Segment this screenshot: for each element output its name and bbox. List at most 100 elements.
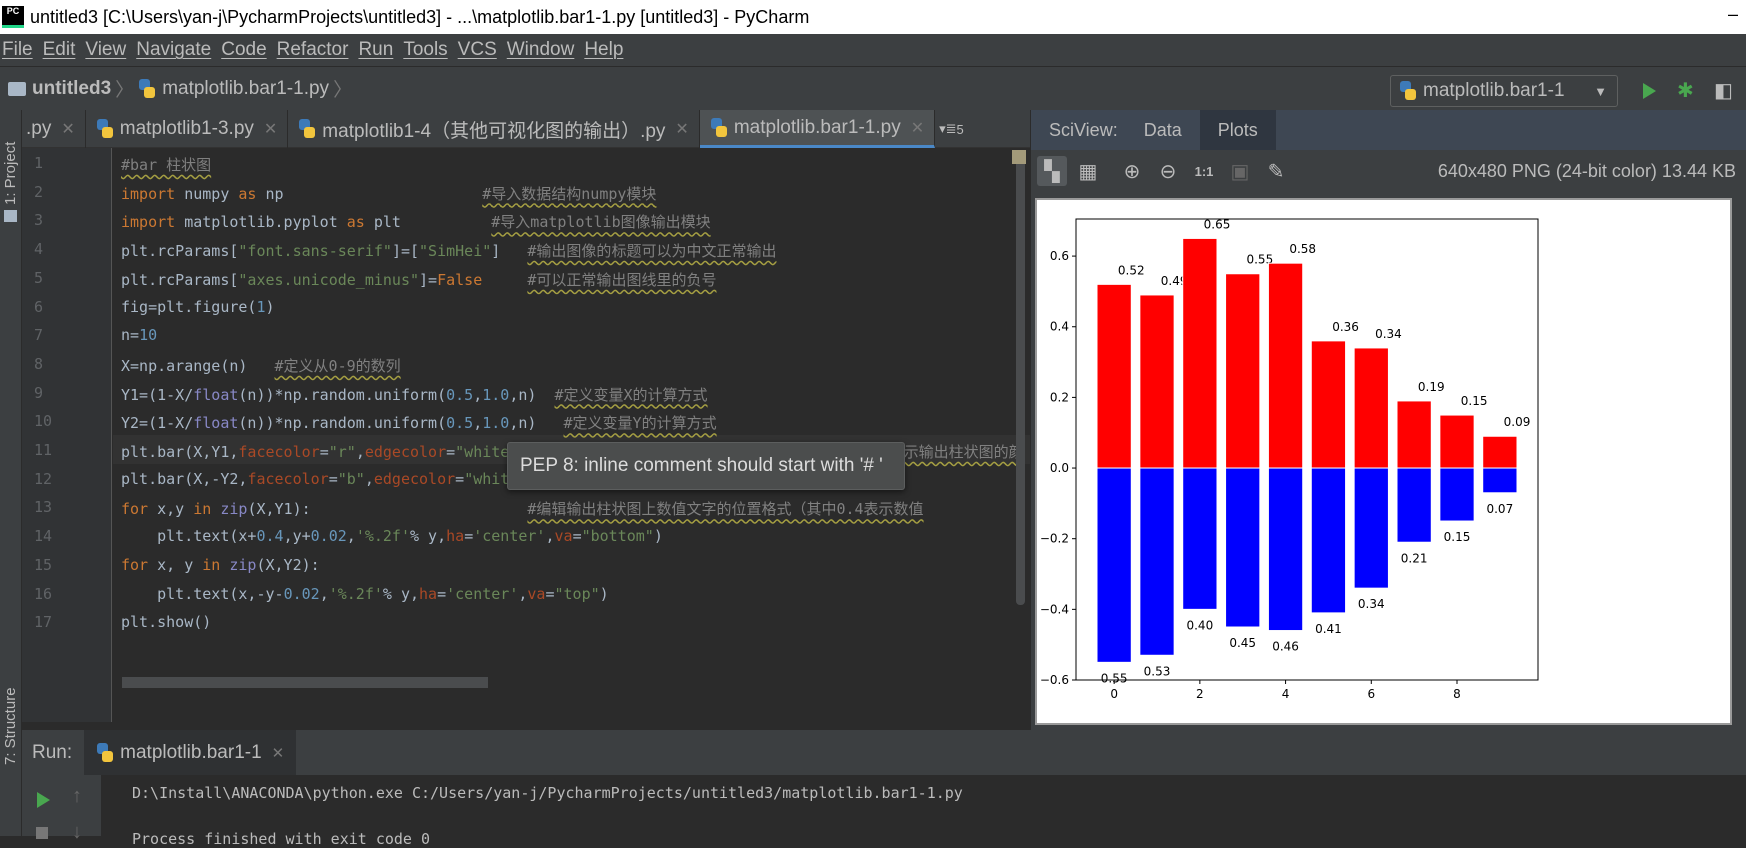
data-label: 0.15 — [1444, 530, 1471, 544]
menu-tools[interactable]: Tools — [403, 39, 447, 61]
x-tick-label: 4 — [1282, 687, 1290, 701]
menu-bar: File Edit View Navigate Code Refactor Ru… — [0, 34, 1746, 66]
code-token: = — [545, 584, 555, 603]
line-number: 9 — [34, 383, 44, 402]
data-label: 0.41 — [1315, 622, 1342, 636]
code-token: = — [319, 443, 329, 461]
tab-data[interactable]: Data — [1126, 110, 1200, 150]
sciview-toolbar: ▚ ▦ ⊕ ⊖ 1:1 ▣ ✎ 640x480 PNG (24-bit colo… — [1031, 150, 1746, 192]
menu-code[interactable]: Code — [221, 39, 266, 61]
close-icon[interactable]: ✕ — [911, 118, 924, 138]
editor-vertical-scrollbar[interactable] — [1016, 150, 1025, 605]
menu-view[interactable]: View — [85, 39, 126, 61]
run-with-coverage-icon[interactable]: ◧ — [1714, 78, 1733, 103]
bar-positive — [1353, 347, 1389, 469]
code-token: = — [328, 469, 338, 488]
tab-matplotlib1-4[interactable]: matplotlib1-4（其他可视化图的输出）.py ✕ — [288, 110, 700, 148]
editor-horizontal-scrollbar[interactable] — [122, 677, 488, 688]
code-comment: #编辑输出柱状图上数值文字的位置格式（其中0.4表示数值 — [527, 500, 924, 519]
line-number: 11 — [34, 441, 53, 459]
stop-icon[interactable] — [36, 827, 48, 839]
bar-positive — [1439, 414, 1475, 469]
data-label: 0.15 — [1461, 394, 1488, 408]
code-comment: #导入数据结构numpy模块 — [482, 184, 657, 203]
fit-to-window-icon[interactable]: ▣ — [1225, 156, 1255, 186]
close-icon[interactable]: ✕ — [272, 744, 285, 762]
code-token: zip — [220, 500, 248, 519]
line-number-gutter: 1 2 3 4 5 6 7 8 9 10 11 12 13 14 15 16 17 — [22, 148, 112, 722]
rerun-icon[interactable] — [37, 792, 50, 808]
tab-overflow-button[interactable]: ▾≣ 5 — [935, 110, 968, 148]
code-token: x, y — [148, 555, 203, 574]
close-icon[interactable]: ✕ — [675, 119, 688, 139]
code-token: 1.0 — [482, 414, 510, 433]
menu-navigate[interactable]: Navigate — [136, 39, 211, 61]
zoom-out-icon[interactable]: ⊖ — [1153, 156, 1183, 186]
checkerboard-background-icon[interactable]: ▚ — [1037, 156, 1067, 186]
line-number: 14 — [34, 527, 53, 546]
menu-window[interactable]: Window — [507, 39, 575, 61]
code-comment: #可以正常输出图线里的负号 — [527, 270, 717, 289]
breadcrumb-file[interactable]: matplotlib.bar1-1.py — [162, 78, 329, 100]
code-token: for — [121, 500, 149, 519]
code-line: X=np.arange(n) #定义从0-9的数列 — [121, 355, 401, 376]
code-token: 1 — [256, 297, 266, 316]
code-token: plt.bar(X,Y1, — [121, 443, 239, 461]
y-tick-label: −0.2 — [1040, 532, 1069, 546]
run-tab[interactable]: matplotlib.bar1-1 ✕ — [84, 730, 297, 775]
breadcrumb-project[interactable]: untitled3 — [32, 78, 111, 100]
up-arrow-icon[interactable]: ↑ — [72, 785, 82, 808]
minimize-button[interactable]: – — [1728, 4, 1738, 25]
actual-size-button[interactable]: 1:1 — [1189, 156, 1219, 186]
code-token: ,y+ — [283, 527, 311, 546]
zoom-in-icon[interactable]: ⊕ — [1117, 156, 1147, 186]
run-icon[interactable] — [1643, 83, 1656, 99]
close-icon[interactable]: ✕ — [264, 119, 277, 139]
code-token: "bottom" — [581, 527, 654, 546]
menu-file[interactable]: File — [2, 39, 33, 61]
tab-plots[interactable]: Plots — [1199, 110, 1276, 150]
code-token: , — [355, 443, 365, 461]
line-number: 16 — [34, 584, 53, 603]
bar-positive — [1225, 273, 1261, 469]
data-label: 0.46 — [1272, 640, 1299, 654]
code-line: for x,y in zip(X,Y1): #编辑输出柱状图上数值文字的位置格式… — [121, 498, 924, 519]
code-token: X=np.arange(n) — [121, 356, 275, 375]
line-number: 5 — [34, 268, 44, 287]
code-token: '%.2f' — [328, 584, 383, 603]
code-line: plt.text(x+0.4,y+0.02,'%.2f'% y,ha='cent… — [121, 527, 663, 545]
code-comment: #导入matplotlib图像输出模块 — [491, 213, 711, 232]
code-token: , — [364, 469, 374, 488]
line-number: 1 — [34, 154, 44, 172]
code-token: n= — [121, 326, 140, 345]
project-tool-button[interactable]: 1: Project — [2, 142, 19, 205]
line-number: 7 — [34, 326, 44, 345]
grid-icon[interactable]: ▦ — [1073, 156, 1103, 186]
inspection-status-icon[interactable] — [1012, 150, 1026, 164]
menu-help[interactable]: Help — [584, 39, 623, 61]
color-picker-icon[interactable]: ✎ — [1261, 156, 1291, 186]
down-arrow-icon[interactable]: ↓ — [72, 821, 82, 844]
code-token: plt.rcParams[ — [121, 242, 239, 261]
bar-positive — [1310, 340, 1347, 469]
code-token: "SimHei" — [419, 242, 492, 261]
code-line: Y2=(1-X/float(n))*np.random.uniform(0.5,… — [121, 412, 717, 433]
structure-tool-button[interactable]: 7: Structure — [2, 687, 19, 765]
bar-negative — [1396, 467, 1432, 543]
run-configuration-dropdown[interactable]: matplotlib.bar1-1 ▼ — [1390, 75, 1618, 107]
menu-run[interactable]: Run — [358, 39, 393, 61]
code-token: , — [473, 385, 483, 404]
tab-matplotlib-bar1-1[interactable]: matplotlib.bar1-1.py ✕ — [699, 110, 936, 148]
tab-py[interactable]: .py ✕ — [22, 110, 86, 148]
debug-bug-icon[interactable]: ✱ — [1677, 78, 1694, 103]
tab-matplotlib1-3[interactable]: matplotlib1-3.py ✕ — [86, 110, 289, 148]
bar-negative — [1267, 467, 1304, 632]
menu-edit[interactable]: Edit — [43, 39, 76, 61]
bar-negative — [1139, 467, 1175, 656]
data-label: 0.40 — [1186, 618, 1213, 632]
menu-vcs[interactable]: VCS — [458, 39, 497, 61]
code-editor[interactable]: 1 2 3 4 5 6 7 8 9 10 11 12 13 14 15 16 17 #bar 柱状图 import… — [22, 148, 1030, 722]
close-icon[interactable]: ✕ — [61, 119, 74, 139]
data-label: 0.58 — [1289, 242, 1316, 256]
menu-refactor[interactable]: Refactor — [277, 39, 349, 61]
